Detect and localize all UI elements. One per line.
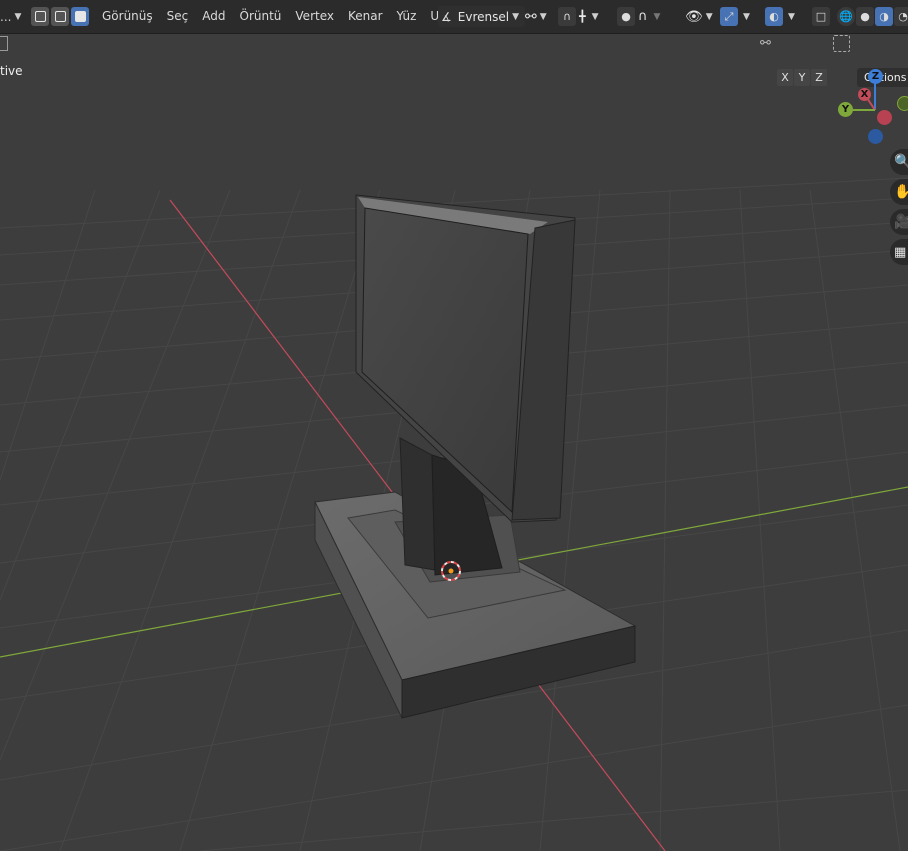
shading-group: 🌐 ● ◑ ◔ xyxy=(837,6,908,27)
menu-edge[interactable]: Kenar xyxy=(341,6,390,27)
face-select-button[interactable] xyxy=(71,7,89,26)
hand-icon: ✋ xyxy=(894,184,908,200)
overlay-group: ◐ ▼ xyxy=(765,6,798,27)
edge-select-button[interactable] xyxy=(51,7,69,26)
navigation-gizmo[interactable]: Z X Y xyxy=(830,64,908,154)
mode-dropdown[interactable]: ... ▼ xyxy=(0,6,24,27)
pivot-dropdown[interactable]: ⚯ ▼ xyxy=(525,6,550,27)
falloff-icon[interactable]: ∩ xyxy=(638,9,648,24)
menu-add[interactable]: Add xyxy=(195,6,232,27)
menu-vertex[interactable]: Vertex xyxy=(288,6,341,27)
mirror-icon[interactable]: ⚯ xyxy=(760,36,771,51)
menu-mesh[interactable]: Örüntü xyxy=(233,6,289,27)
grid-icon: ▦ xyxy=(894,244,907,260)
snap-group: ∩ ╋ ▼ xyxy=(558,6,602,27)
chevron-down-icon: ▼ xyxy=(653,11,661,22)
transform-orientation-dropdown[interactable]: ∡ Evrensel ▼ xyxy=(438,6,525,27)
menu-select[interactable]: Seç xyxy=(160,6,196,27)
header-menu: Görünüş Seç Add Örüntü Vertex Kenar Yüz … xyxy=(95,6,454,27)
gizmo-z-handle[interactable]: Z xyxy=(868,69,883,84)
3d-viewport[interactable] xyxy=(0,0,908,851)
viewport-mode-text: tive xyxy=(0,64,23,78)
chevron-down-icon: ▼ xyxy=(512,11,519,22)
chevron-down-icon: ▼ xyxy=(539,11,547,22)
overlay-icon[interactable]: ◐ xyxy=(765,7,783,26)
zoom-icon: 🔍 xyxy=(894,154,908,170)
chevron-down-icon: ▼ xyxy=(743,11,750,22)
mirror-x-button[interactable]: X xyxy=(777,69,793,86)
xray-button[interactable]: □ xyxy=(812,6,830,27)
snap-icon[interactable]: ∩ xyxy=(558,7,576,26)
camera-icon: 🎥 xyxy=(894,214,908,230)
pivot-icon: ⚯ xyxy=(525,8,537,25)
gizmo-neg-x-handle[interactable] xyxy=(877,110,892,125)
render-shading-icon[interactable]: ◔ xyxy=(894,7,908,26)
material-shading-icon[interactable]: ◑ xyxy=(875,7,893,26)
select-mode-group xyxy=(31,6,89,27)
viewport-header: ... ▼ Görünüş Seç Add Örüntü Vertex Kena… xyxy=(0,0,908,34)
mode-dropdown-label: ... xyxy=(0,9,12,24)
chevron-down-icon: ▼ xyxy=(705,11,713,22)
gizmo-y-handle[interactable]: Y xyxy=(838,102,853,117)
orientation-icon: ∡ xyxy=(441,9,452,24)
xray-icon: □ xyxy=(812,7,830,26)
gizmo-group: ⤢ ▼ xyxy=(720,6,753,27)
wireframe-shading-icon[interactable]: 🌐 xyxy=(837,7,855,26)
menu-face[interactable]: Yüz xyxy=(390,6,424,27)
gizmo-neg-y-handle[interactable] xyxy=(897,96,908,111)
gizmo-icon[interactable]: ⤢ xyxy=(720,7,738,26)
vertex-select-button[interactable] xyxy=(31,7,49,26)
viewport-subheader: ⚯ X Y Z Options xyxy=(0,33,908,87)
menu-view[interactable]: Görünüş xyxy=(95,6,160,27)
auto-merge-icon[interactable] xyxy=(833,35,850,52)
chevron-down-icon: ▼ xyxy=(788,11,795,22)
toolbar-toggle-icon[interactable] xyxy=(0,36,8,51)
eye-icon: 👁 xyxy=(685,8,703,25)
gizmo-x-handle[interactable]: X xyxy=(858,88,871,101)
gizmo-neg-z-handle[interactable] xyxy=(868,129,883,144)
chevron-down-icon: ▼ xyxy=(591,11,599,22)
snap-target-icon[interactable]: ╋ xyxy=(579,10,586,23)
mirror-z-button[interactable]: Z xyxy=(811,69,827,86)
solid-shading-icon[interactable]: ● xyxy=(856,7,874,26)
chevron-down-icon: ▼ xyxy=(14,11,22,22)
mirror-y-button[interactable]: Y xyxy=(794,69,810,86)
transform-orientation-label: Evrensel xyxy=(457,9,510,24)
proportional-icon[interactable]: ● xyxy=(617,7,635,26)
proportional-group: ● ∩ ▼ xyxy=(617,6,663,27)
visibility-dropdown[interactable]: 👁 ▼ xyxy=(685,6,716,27)
